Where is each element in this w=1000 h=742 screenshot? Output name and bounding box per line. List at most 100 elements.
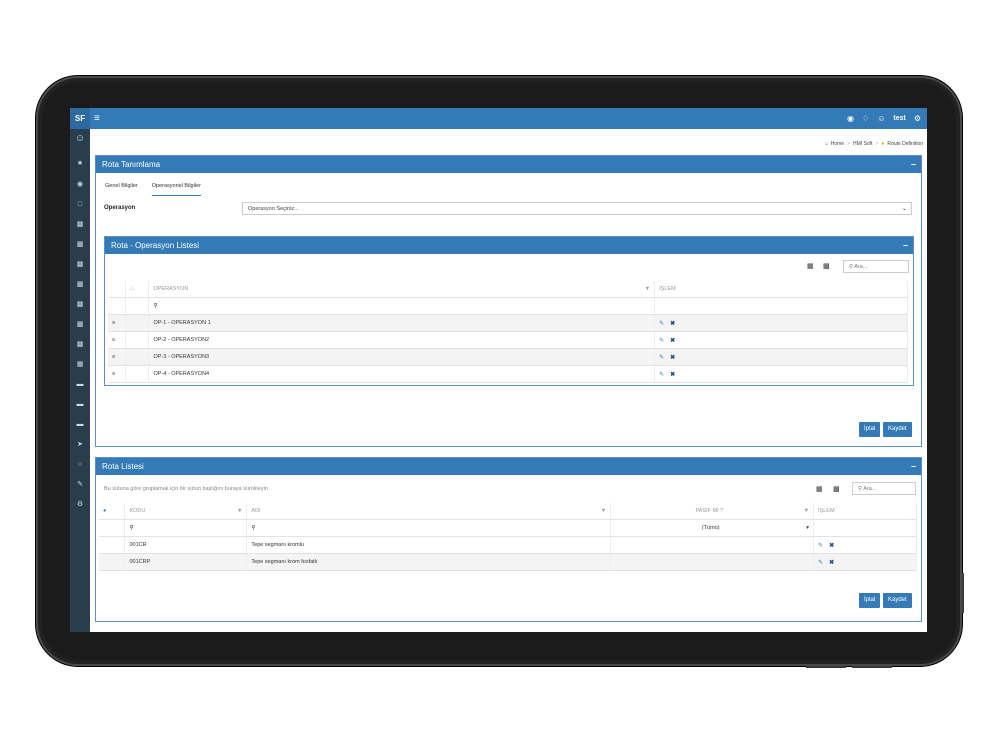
breadcrumb-hmi[interactable]: HMI Soft — [853, 141, 872, 147]
copy-icon[interactable]: ▩ — [70, 220, 90, 230]
actions-cell: ✎ ✖ — [813, 553, 917, 571]
breadcrumb-home[interactable]: Home — [831, 141, 844, 147]
adi-cell: Tepe segmanı kromlu — [246, 536, 612, 554]
export-pdf-icon[interactable]: ▩ — [833, 485, 840, 493]
group-by-hint: Bu sütuna göre gruplamak için bir sütun … — [104, 486, 268, 492]
pencil-icon[interactable]: ✎ — [70, 480, 90, 490]
filter-adi-input[interactable]: ⚲ — [246, 519, 612, 537]
copy-icon[interactable]: ▩ — [70, 260, 90, 270]
search-icon: ⚲ — [858, 486, 863, 492]
user-name[interactable]: test — [893, 115, 905, 122]
table-row[interactable]: ≡ OP-3 - OPERASYON3 ✎ ✖ — [108, 348, 908, 366]
breadcrumb-dot-icon: ● — [881, 141, 885, 147]
user-avatar-icon[interactable]: ☺ — [70, 134, 90, 144]
filter-pasif-select[interactable]: (Tümü) ▾ — [610, 519, 815, 537]
hamburger-icon[interactable]: ≡ — [94, 108, 100, 129]
collapse-button[interactable]: – — [911, 156, 916, 173]
save-button[interactable]: Kaydet — [883, 422, 912, 437]
drag-handle-icon[interactable]: ≡ — [108, 331, 127, 349]
delete-icon[interactable]: ✖ — [670, 338, 675, 344]
search-input[interactable]: ⚲ Ara... — [843, 260, 909, 273]
export-pdf-icon[interactable]: ▩ — [823, 262, 830, 270]
collapse-button[interactable]: – — [903, 237, 908, 254]
pasif-checkbox[interactable]: □ — [610, 553, 815, 571]
drag-handle-icon[interactable]: ≡ — [108, 348, 127, 366]
copy-icon[interactable]: ▩ — [70, 300, 90, 310]
copy-icon[interactable]: ▩ — [70, 320, 90, 330]
settings-icon[interactable]: ⚙ — [914, 114, 921, 123]
collapse-button[interactable]: – — [911, 458, 916, 475]
send-icon[interactable]: ➤ — [70, 440, 90, 450]
cancel-button[interactable]: İptal — [859, 593, 881, 608]
bell-icon[interactable]: ♢ — [862, 114, 869, 123]
user-icon[interactable]: ☺ — [877, 114, 885, 123]
column-header-islem[interactable]: İŞLEM — [813, 503, 917, 520]
delete-icon[interactable]: ✖ — [670, 372, 675, 378]
edit-icon[interactable]: ✎ — [659, 338, 664, 344]
delete-icon[interactable]: ✖ — [670, 355, 675, 361]
edit-icon[interactable]: ✎ — [659, 321, 664, 327]
save-button[interactable]: Kaydet — [883, 593, 912, 608]
delete-icon[interactable]: ✖ — [670, 321, 675, 327]
dashboard-icon[interactable]: ◉ — [70, 180, 90, 190]
adi-cell: Tepe segmanı krom fosfatlı — [246, 553, 612, 571]
edit-icon[interactable]: ✎ — [659, 372, 664, 378]
list-icon[interactable]: ▬ — [70, 380, 90, 390]
filter-icon[interactable]: ▼ — [804, 508, 809, 514]
export-excel-icon[interactable]: ▦ — [816, 485, 823, 493]
delete-icon[interactable]: ✖ — [829, 543, 834, 549]
select-all-checkbox[interactable]: ● — [99, 503, 126, 520]
drag-handle-icon[interactable]: ≡ — [108, 365, 127, 383]
list-icon[interactable]: ▬ — [70, 400, 90, 410]
panel-header: Rota Tanımlama – — [96, 156, 921, 173]
filter-icon[interactable]: ▼ — [237, 508, 242, 514]
edit-icon[interactable]: ✎ — [818, 543, 823, 549]
table-row[interactable]: 001CR Tepe segmanı kromlu ✎ ✖ — [99, 536, 917, 554]
filter-operasyon-input[interactable]: ⚲ — [148, 297, 656, 315]
table-row[interactable]: ≡ OP-1 - OPERASYON 1 ✎ ✖ — [108, 314, 908, 332]
kodu-cell: 001CR — [124, 536, 248, 554]
cancel-button[interactable]: İptal — [859, 422, 881, 437]
select-all-checkbox[interactable]: □ — [125, 281, 150, 298]
table-row[interactable]: ≡ OP-2 - OPERASYON2 ✎ ✖ — [108, 331, 908, 349]
row-cell — [125, 314, 150, 332]
edit-icon[interactable]: ✎ — [659, 355, 664, 361]
operasyon-cell: OP-4 - OPERASYON4 — [148, 365, 656, 383]
drag-handle-icon[interactable]: ≡ — [108, 314, 127, 332]
delete-icon[interactable]: ✖ — [829, 560, 834, 566]
calendar-icon[interactable]: ▦ — [70, 360, 90, 370]
copy-icon[interactable]: ▩ — [70, 340, 90, 350]
tab-operasyonel-bilgiler[interactable]: Operasyonel Bilgiler — [151, 183, 201, 196]
filter-icon[interactable]: ▼ — [645, 286, 650, 292]
gear-icon[interactable]: ⚙ — [70, 500, 90, 510]
column-header-operasyon[interactable]: OPERASYON ▼ — [148, 281, 656, 298]
monitor-icon[interactable]: □ — [70, 200, 90, 210]
export-excel-icon[interactable]: ▦ — [807, 262, 814, 270]
search-input[interactable]: ⚲ Ara... — [852, 482, 916, 495]
edit-icon[interactable]: ✎ — [818, 560, 823, 566]
column-header-islem[interactable]: İŞLEM — [654, 281, 908, 298]
table-row[interactable]: 001CRP Tepe segmanı krom fosfatlı □ ✎ ✖ — [99, 553, 917, 571]
row-cell — [99, 553, 126, 571]
copy-icon[interactable]: ▩ — [70, 280, 90, 290]
table-row[interactable]: ≡ OP-4 - OPERASYON4 ✎ ✖ — [108, 365, 908, 383]
breadcrumb-separator: > — [847, 141, 851, 147]
comment-icon[interactable]: ○ — [70, 460, 90, 470]
tab-genel-bilgiler[interactable]: Genel Bilgiler — [105, 183, 138, 196]
list-icon[interactable]: ▬ — [70, 420, 90, 430]
search-icon: ⚲ — [153, 303, 158, 309]
column-header-pasif[interactable]: PASİF Mİ ? ▼ — [610, 503, 815, 520]
search-icon: ⚲ — [251, 525, 256, 531]
column-header-kodu[interactable]: KODU ▼ — [124, 503, 248, 520]
filter-icon[interactable]: ▼ — [601, 508, 606, 514]
column-header-adi[interactable]: ADI ▼ — [246, 503, 612, 520]
star-icon[interactable]: ★ — [70, 159, 90, 169]
column-label: PASİF Mİ ? — [695, 508, 724, 514]
operasyon-table: □ OPERASYON ▼ İŞLEM ⚲ ≡ OP-1 - OPERASYON … — [108, 281, 908, 383]
operasyon-select[interactable]: Operasyon Seçiniz... ⌄ — [242, 202, 912, 215]
app-logo[interactable]: SF — [70, 108, 90, 129]
operasyon-cell: OP-2 - OPERASYON2 — [148, 331, 656, 349]
filter-kodu-input[interactable]: ⚲ — [124, 519, 248, 537]
copy-icon[interactable]: ▩ — [70, 240, 90, 250]
chat-icon[interactable]: ◉ — [847, 114, 854, 123]
